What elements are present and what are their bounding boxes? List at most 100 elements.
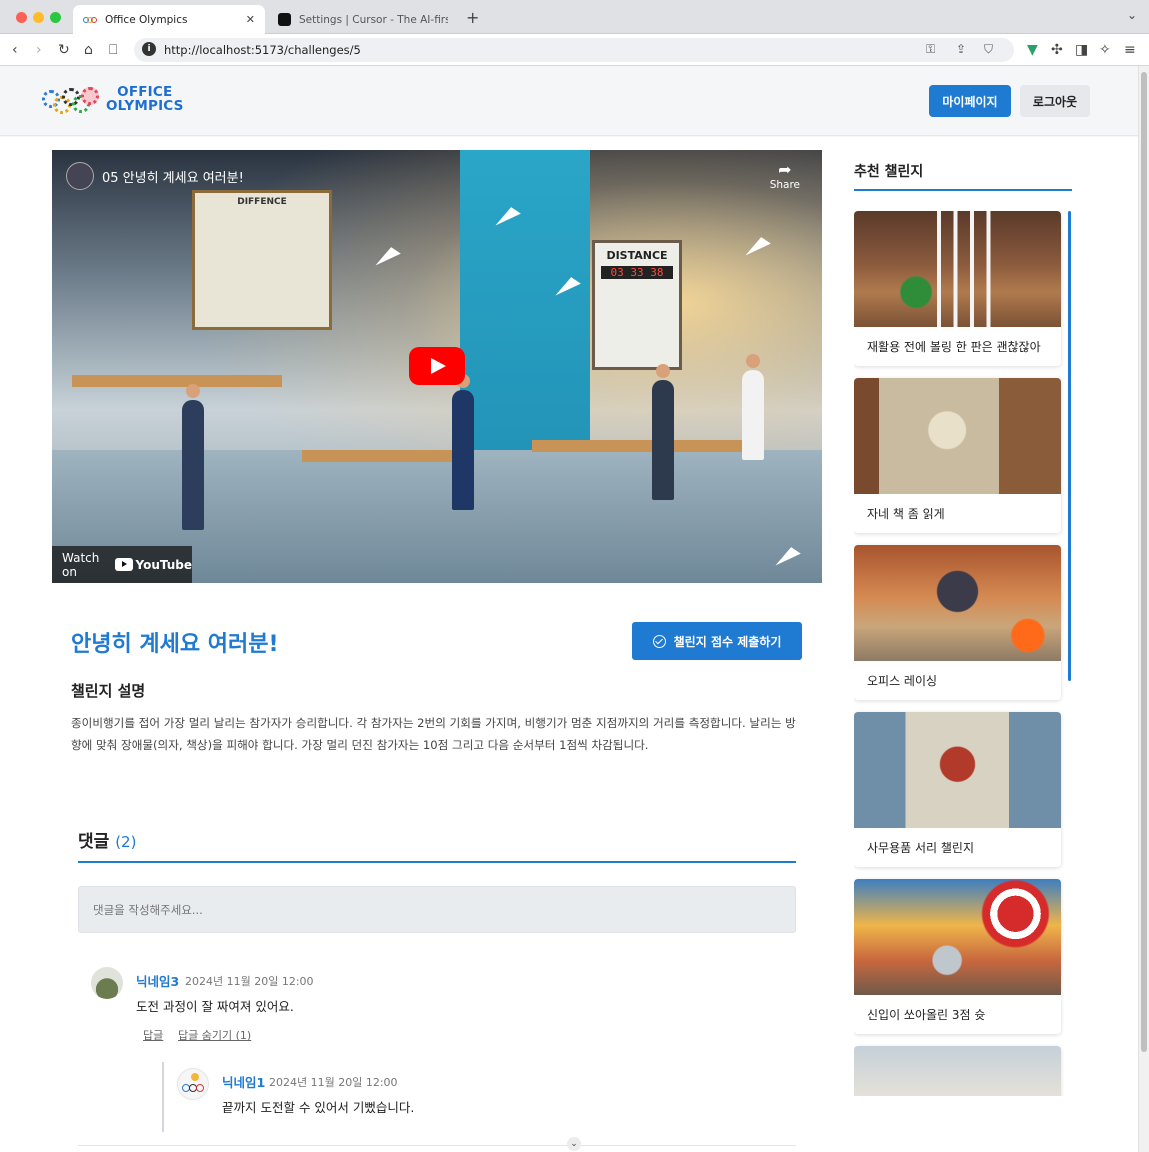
office-image: [854, 1046, 1061, 1096]
hide-replies-button[interactable]: 답글 숨기기 (1): [178, 1027, 251, 1043]
app-viewport: OFFICE OLYMPICS 마이페이지 로그아웃 DIFFENCE DIST…: [0, 66, 1138, 1152]
scoreboard-illustration: DIFFENCE: [192, 190, 332, 330]
main-content: DIFFENCE DISTANCE 03 33 38 05 안녕히 계세요 여러…: [0, 137, 1138, 1152]
comment-input[interactable]: [78, 886, 796, 933]
mypage-button[interactable]: 마이페이지: [929, 85, 1011, 117]
card-label: 사무용품 서리 챌린지: [867, 841, 974, 855]
back-icon[interactable]: ‹: [12, 41, 18, 59]
recommended-scrollbar[interactable]: [1068, 211, 1071, 681]
challenge-card[interactable]: 신입이 쏘아올린 3점 슛: [854, 879, 1061, 1034]
challenge-title: 안녕히 계세요 여러분!: [71, 632, 279, 657]
card-label: 재활용 전에 볼링 한 판은 괜찮잖아: [867, 340, 1041, 354]
video-title[interactable]: 05 안녕히 계세요 여러분!: [102, 167, 244, 186]
racing-image: [854, 545, 1061, 661]
olympic-rings-icon: [83, 16, 97, 24]
comment-nickname[interactable]: 닉네임3: [136, 971, 179, 990]
extensions-icon[interactable]: ✣: [1051, 41, 1063, 59]
submit-score-label: 챌린지 점수 제출하기: [673, 634, 782, 649]
desk-illustration: [302, 450, 452, 462]
leo-icon[interactable]: ✧: [1099, 41, 1111, 59]
logout-button[interactable]: 로그아웃: [1020, 85, 1090, 117]
comment-text: 끝까지 도전할 수 있어서 기뻤습니다.: [222, 1100, 415, 1115]
site-header: OFFICE OLYMPICS 마이페이지 로그아웃: [0, 66, 1138, 136]
bookmark-icon[interactable]: ⎕: [109, 41, 117, 59]
card-label: 자네 책 좀 읽게: [867, 507, 945, 521]
chevron-down-icon[interactable]: ⌄: [1127, 8, 1137, 22]
desk-illustration: [532, 440, 762, 452]
challenge-card[interactable]: 오피스 레이싱: [854, 545, 1061, 700]
maximize-window-button[interactable]: [50, 12, 61, 23]
books-image: [854, 378, 1061, 494]
person-illustration: [652, 380, 674, 500]
key-icon[interactable]: ⚿: [926, 42, 935, 57]
video-title-bar[interactable]: 05 안녕히 계세요 여러분!: [66, 162, 244, 190]
page-scrollbar-thumb[interactable]: [1141, 72, 1147, 1052]
site-info-icon[interactable]: i: [142, 42, 156, 56]
tab-title: Settings | Cursor - The AI-first Cc: [299, 13, 448, 26]
cursor-app-icon: [278, 13, 291, 26]
youtube-logo: YouTube: [115, 558, 192, 572]
comment-date: 2024년 11월 20일 12:00: [269, 1076, 398, 1089]
brave-shield-icon[interactable]: ⛉: [984, 42, 993, 57]
reply-indent-bar: [162, 1062, 164, 1132]
reload-icon[interactable]: ↻: [58, 41, 70, 59]
comment-nickname[interactable]: 닉네임1: [222, 1072, 265, 1091]
card-label: 신입이 쏘아올린 3점 슛: [867, 1008, 986, 1022]
play-button[interactable]: [409, 347, 465, 385]
close-icon[interactable]: ✕: [246, 13, 255, 26]
comments-divider: [78, 861, 796, 863]
challenge-card[interactable]: 자네 책 좀 읽게: [854, 378, 1061, 533]
watch-on-youtube-button[interactable]: Watch on YouTube: [52, 546, 192, 583]
paper-plane-illustration: [371, 244, 401, 266]
person-head-illustration: [186, 384, 200, 398]
share-label: Share: [769, 179, 800, 191]
site-logo[interactable]: OFFICE OLYMPICS: [42, 84, 184, 114]
challenge-card[interactable]: 사무용품 서리 챌린지: [854, 712, 1061, 867]
share-icon[interactable]: ⇪: [956, 42, 966, 56]
comment-date: 2024년 11월 20일 12:00: [185, 975, 314, 988]
comments-bottom-divider: [78, 1145, 796, 1146]
comment-count: (2): [115, 833, 137, 851]
tab-office-olympics[interactable]: Office Olympics ✕: [73, 5, 265, 34]
chevron-down-icon[interactable]: ⌄: [567, 1137, 581, 1151]
address-bar[interactable]: i http://localhost:5173/challenges/5 ⚿ ⇪…: [134, 38, 1014, 62]
submit-score-button[interactable]: 챌린지 점수 제출하기: [632, 622, 802, 660]
bowling-image: [854, 211, 1061, 327]
challenge-card[interactable]: [854, 1046, 1061, 1096]
avatar: [91, 967, 123, 999]
minimize-window-button[interactable]: [33, 12, 44, 23]
recommended-list[interactable]: 재활용 전에 볼링 한 판은 괜찮잖아 자네 책 좀 읽게 오피스 레이싱 사무…: [854, 211, 1064, 1096]
person-illustration: [452, 390, 474, 510]
youtube-play-icon: [115, 558, 134, 571]
sidebar-icon[interactable]: ◨: [1075, 41, 1088, 59]
page-scrollbar[interactable]: [1138, 66, 1149, 1152]
url-text[interactable]: http://localhost:5173/challenges/5: [164, 43, 361, 57]
card-label: 오피스 레이싱: [867, 674, 938, 688]
distance-board-illustration: DISTANCE 03 33 38: [592, 240, 682, 370]
description-text: 종이비행기를 접어 가장 멀리 날리는 참가자가 승리합니다. 각 참가자는 2…: [71, 716, 796, 752]
browser-tab-bar: Office Olympics ✕ Settings | Cursor - Th…: [0, 0, 1149, 34]
tab-cursor-settings[interactable]: Settings | Cursor - The AI-first Cc: [268, 5, 458, 34]
close-window-button[interactable]: [16, 12, 27, 23]
share-arrow-icon: ➦: [778, 160, 792, 179]
home-icon[interactable]: ⌂: [84, 41, 93, 59]
desk-illustration: [72, 375, 282, 387]
reply-button[interactable]: 답글: [143, 1027, 163, 1043]
menu-icon[interactable]: ≡: [1124, 41, 1136, 59]
olympic-rings-icon: [42, 84, 100, 114]
paper-plane-illustration: [741, 234, 771, 256]
tab-title: Office Olympics: [105, 13, 188, 26]
forward-icon[interactable]: ›: [36, 41, 42, 59]
recommended-divider: [854, 189, 1072, 191]
supplies-image: [854, 712, 1061, 828]
person-illustration: [182, 400, 204, 530]
new-tab-icon[interactable]: +: [466, 8, 479, 27]
person-head-illustration: [656, 364, 670, 378]
channel-avatar[interactable]: [66, 162, 94, 190]
youtube-video-player[interactable]: DIFFENCE DISTANCE 03 33 38 05 안녕히 계세요 여러…: [52, 150, 822, 583]
browser-toolbar: ‹ › ↻ ⌂ ⎕ i http://localhost:5173/challe…: [0, 34, 1149, 66]
share-button[interactable]: ➦ Share: [770, 160, 800, 191]
challenge-card[interactable]: 재활용 전에 볼링 한 판은 괜찮잖아: [854, 211, 1061, 366]
vue-devtools-icon[interactable]: ▼: [1027, 41, 1038, 59]
check-circle-icon: [652, 634, 666, 648]
